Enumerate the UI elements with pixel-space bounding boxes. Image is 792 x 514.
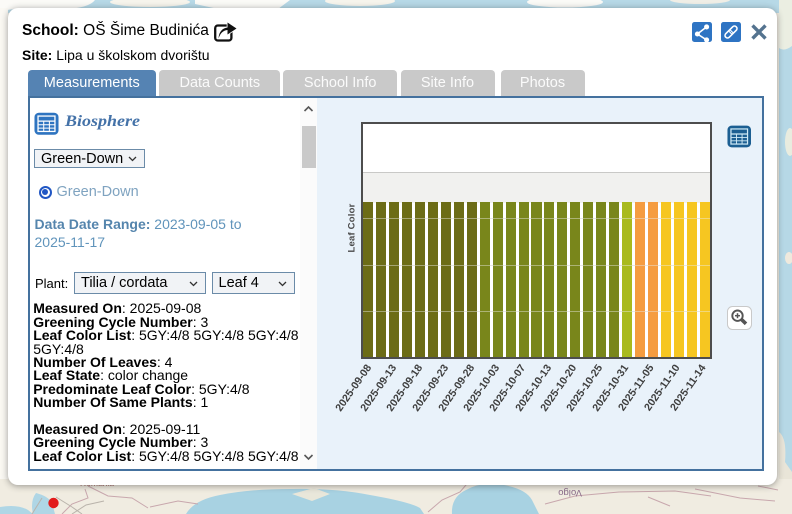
- svg-text:Volgo: Volgo: [558, 487, 582, 498]
